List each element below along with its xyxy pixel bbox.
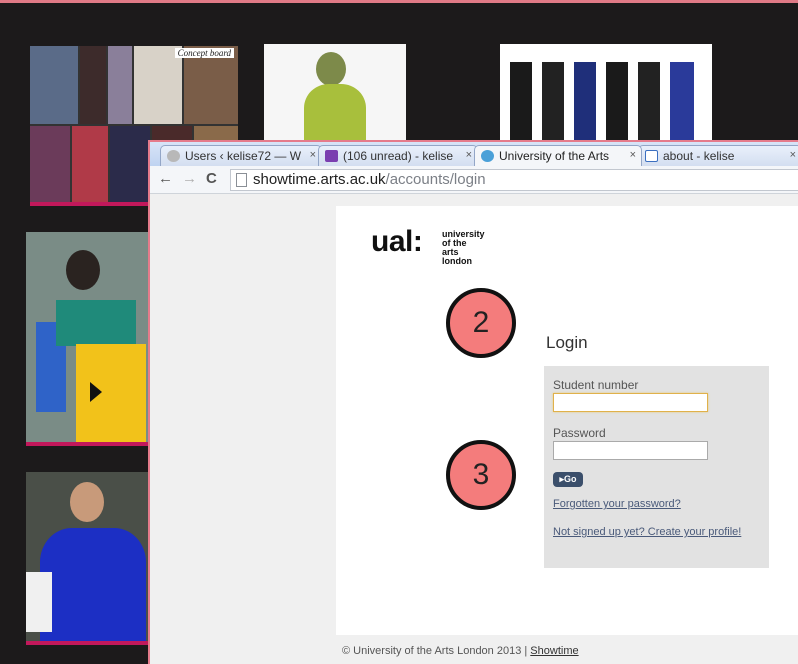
logo-subtitle: university of the arts london bbox=[442, 229, 485, 266]
globe-icon bbox=[481, 150, 494, 162]
close-icon[interactable]: × bbox=[790, 149, 796, 161]
tab-university-of-the-arts[interactable]: University of the Arts × bbox=[474, 145, 642, 166]
footer-showtime-link[interactable]: Showtime bbox=[530, 645, 578, 657]
browser-window: Users ‹ kelise72 — W × (106 unread) - ke… bbox=[148, 140, 798, 664]
page-content: ual: university of the arts london Login… bbox=[150, 195, 798, 664]
back-arrow-icon[interactable]: ← bbox=[158, 170, 173, 187]
page-icon bbox=[236, 173, 247, 187]
url-path: /accounts/login bbox=[385, 171, 486, 188]
student-number-input[interactable] bbox=[553, 393, 708, 412]
go-button-label: Go bbox=[564, 474, 577, 484]
colorblock-coat-photo[interactable] bbox=[26, 232, 150, 442]
browser-toolbar: ← → C showtime.arts.ac.uk/accounts/login bbox=[150, 166, 798, 194]
tab-strip: Users ‹ kelise72 — W × (106 unread) - ke… bbox=[150, 142, 798, 166]
login-heading: Login bbox=[546, 333, 588, 352]
password-input[interactable] bbox=[553, 441, 708, 460]
url-host: showtime.arts.ac.uk bbox=[253, 171, 386, 188]
login-form: Student number Password ▸Go Forgotten yo… bbox=[544, 366, 769, 568]
logo-wordmark: ual: bbox=[371, 225, 423, 258]
reload-icon[interactable]: C bbox=[206, 170, 217, 187]
page-icon bbox=[645, 150, 658, 162]
tab-label: (106 unread) - kelise bbox=[343, 149, 454, 163]
tab-label: University of the Arts bbox=[499, 149, 610, 163]
forgot-password-link[interactable]: Forgotten your password? bbox=[553, 498, 681, 510]
concept-board-label: Concept board bbox=[174, 48, 234, 58]
login-card: ual: university of the arts london Login… bbox=[336, 206, 798, 635]
tab-label: Users ‹ kelise72 — W bbox=[185, 149, 302, 163]
tab-about[interactable]: about - kelise × bbox=[638, 145, 798, 166]
mail-icon bbox=[325, 150, 338, 162]
step-2-marker: 2 bbox=[446, 288, 516, 358]
forward-arrow-icon[interactable]: → bbox=[182, 170, 197, 187]
footer-copyright: © University of the Arts London 2013 | bbox=[342, 645, 531, 657]
thumbnail-accent-bar bbox=[26, 641, 150, 645]
create-profile-link[interactable]: Not signed up yet? Create your profile! bbox=[553, 526, 741, 538]
scarf-model-photo[interactable] bbox=[264, 44, 406, 144]
collection-lineup-photo[interactable] bbox=[500, 44, 712, 144]
thumbnail-accent-bar bbox=[26, 442, 150, 446]
wordpress-icon bbox=[167, 150, 180, 162]
blue-jacket-photo[interactable] bbox=[26, 472, 150, 642]
address-bar[interactable]: showtime.arts.ac.uk/accounts/login bbox=[230, 169, 798, 191]
close-icon[interactable]: × bbox=[466, 149, 472, 161]
tab-users[interactable]: Users ‹ kelise72 — W × bbox=[160, 145, 322, 166]
password-label: Password bbox=[553, 426, 606, 440]
tab-label: about - kelise bbox=[663, 149, 735, 163]
thumbnail-accent-bar bbox=[30, 202, 152, 206]
top-accent-rule bbox=[0, 0, 798, 3]
go-button[interactable]: ▸Go bbox=[553, 472, 583, 487]
tab-mail[interactable]: (106 unread) - kelise × bbox=[318, 145, 478, 166]
close-icon[interactable]: × bbox=[310, 149, 316, 161]
close-icon[interactable]: × bbox=[630, 149, 636, 161]
page-footer: © University of the Arts London 2013 | S… bbox=[342, 645, 579, 657]
step-3-marker: 3 bbox=[446, 440, 516, 510]
student-number-label: Student number bbox=[553, 378, 639, 392]
